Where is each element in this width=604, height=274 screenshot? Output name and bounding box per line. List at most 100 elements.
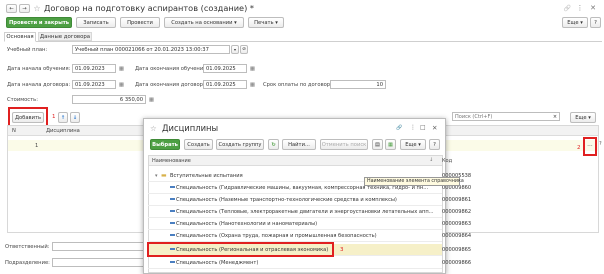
list-item[interactable]: Специальность (Охрана труда, пожарная и …: [148, 230, 471, 242]
plan-field[interactable]: Учебный план 000021066 от 20.01.2023 13:…: [72, 45, 230, 54]
tab-main[interactable]: Основная: [4, 32, 36, 42]
print-label: Печать: [254, 19, 274, 26]
favorite-star-icon[interactable]: ☆: [32, 3, 42, 14]
payment-term-field[interactable]: 10: [330, 80, 386, 89]
dialog-list-button[interactable]: ▤: [372, 139, 383, 150]
step-one-label: 1: [52, 114, 56, 120]
end-study-label: Дата окончания обучения:: [135, 66, 209, 72]
row-select-button[interactable]: ⋯: [585, 141, 595, 151]
window-title: Договор на подготовку аспирантов (создан…: [44, 3, 254, 13]
list-item[interactable]: Специальность (Менеджмент) 000009866: [148, 257, 471, 269]
calendar-icon[interactable]: ▦: [118, 80, 125, 89]
dialog-create-group-button[interactable]: Создать группу: [216, 139, 264, 150]
row-open-mark: ?: [599, 141, 602, 147]
tab-contract-data-label: Данные договора: [39, 33, 91, 40]
row-number: 1: [35, 143, 39, 149]
table-more-label: Еще: [575, 114, 587, 121]
dropdown-arrow-icon: ▾: [418, 141, 421, 148]
dialog-refresh-button[interactable]: ↻: [268, 139, 279, 150]
start-contract-value: 01.09.2023: [75, 81, 105, 88]
responsible-label: Ответственный:: [5, 244, 50, 250]
tab-main-label: Основная: [6, 34, 34, 40]
arrow-down-icon: ↓: [72, 114, 78, 121]
start-study-value: 01.09.2023: [75, 65, 105, 72]
table-more-button[interactable]: Еще ▾: [570, 112, 596, 123]
move-up-button[interactable]: ↑: [58, 112, 68, 123]
payment-term-value: 10: [376, 81, 383, 88]
dropdown-arrow-icon: ▾: [275, 19, 278, 26]
calendar-icon[interactable]: ▦: [118, 64, 125, 73]
list-item-name: Специальность (Тепловые, электроракетные…: [176, 208, 434, 215]
help-label: ?: [594, 19, 597, 26]
dialog-cancel-search-button[interactable]: Отменить поиск: [320, 139, 368, 150]
start-study-field[interactable]: 01.09.2023: [72, 64, 116, 73]
list-item[interactable]: Специальность (Наземные транспортно-техн…: [148, 194, 471, 206]
item-marker-icon: [170, 210, 175, 212]
back-button[interactable]: ←: [6, 4, 17, 13]
list-item-code: 000009862: [442, 208, 472, 215]
department-field[interactable]: [52, 258, 147, 267]
search-clear-button[interactable]: ×: [551, 113, 559, 121]
calendar-icon[interactable]: ▦: [249, 64, 256, 73]
close-icon[interactable]: ✕: [588, 3, 598, 13]
calendar-icon[interactable]: ▦: [249, 80, 256, 89]
link-icon[interactable]: 🔗: [563, 3, 572, 13]
tooltip: Наименование элемента справочника: [364, 177, 464, 186]
dialog-star-icon[interactable]: ☆: [150, 124, 157, 133]
dropdown-arrow-icon: ▾: [580, 19, 583, 26]
plan-dropdown-button[interactable]: ▾: [231, 45, 239, 54]
print-button[interactable]: Печать ▾: [248, 17, 284, 28]
dialog-help-button[interactable]: ?: [429, 139, 440, 150]
end-contract-field[interactable]: 01.09.2025: [203, 80, 247, 89]
list-item-code: 000009866: [442, 259, 472, 266]
dialog-tree-button[interactable]: ▦: [385, 139, 396, 150]
dialog-more-button[interactable]: Еще ▾: [400, 139, 426, 150]
kebab-menu-icon[interactable]: ⋮: [576, 3, 584, 13]
dialog-create-button[interactable]: Создать: [184, 139, 213, 150]
end-study-field[interactable]: 01.09.2025: [203, 64, 247, 73]
select-label: Выбрать: [152, 141, 178, 148]
dialog-find-button[interactable]: Найти...: [282, 139, 316, 150]
list-item[interactable]: Специальность (Нанотехнологии и наномате…: [148, 218, 471, 230]
dialog-select-button[interactable]: Выбрать: [150, 139, 180, 150]
more-button[interactable]: Еще ▾: [562, 17, 588, 28]
dialog-maximize-icon[interactable]: □: [420, 124, 426, 131]
list-item[interactable]: Специальность (Тепловые, электроракетные…: [148, 206, 471, 218]
post-and-close-button[interactable]: Провести и закрыть: [6, 17, 72, 28]
search-input[interactable]: [452, 112, 560, 121]
cancel-search-label: Отменить поиск: [321, 141, 367, 148]
dialog-more-label: Еще: [405, 141, 417, 148]
post-and-close-label: Провести и закрыть: [8, 19, 70, 26]
forward-button[interactable]: →: [19, 4, 30, 13]
forward-arrow-icon: →: [22, 5, 27, 12]
more-label: Еще: [567, 19, 579, 26]
calculator-icon[interactable]: ▦: [148, 95, 155, 104]
cost-field[interactable]: 6 350,00: [72, 95, 146, 104]
link-icon: ⊘: [242, 47, 246, 52]
step-two-label: 2: [577, 145, 581, 151]
dialog-help-label: ?: [433, 141, 436, 148]
dialog-menu-icon[interactable]: ⋮: [410, 124, 416, 131]
hierarchy-icon: ▦: [388, 141, 393, 148]
post-button[interactable]: Провести: [120, 17, 160, 28]
save-button[interactable]: Записать: [76, 17, 116, 28]
dialog-link-icon[interactable]: 🔗: [396, 125, 402, 131]
col-code-header: Код: [442, 158, 453, 164]
move-down-button[interactable]: ↓: [70, 112, 80, 123]
refresh-icon: ↻: [271, 141, 276, 148]
plan-open-button[interactable]: ⊘: [240, 45, 248, 54]
department-label: Подразделение:: [5, 260, 50, 266]
start-study-label: Дата начала обучения:: [7, 66, 71, 72]
list-item-code: 000009863: [442, 220, 472, 227]
dialog-close-icon[interactable]: ✕: [432, 124, 437, 132]
responsible-field[interactable]: [52, 242, 147, 251]
start-contract-field[interactable]: 01.09.2023: [72, 80, 116, 89]
list-icon: ▤: [375, 141, 380, 148]
tab-contract-data[interactable]: Данные договора: [38, 32, 92, 41]
expand-chevron-icon[interactable]: ▾: [155, 173, 158, 179]
list-item-name: Специальность (Охрана труда, пожарная и …: [176, 232, 377, 239]
create-based-on-button[interactable]: Создать на основании ▾: [164, 17, 244, 28]
help-button[interactable]: ?: [590, 17, 601, 28]
save-label: Записать: [83, 19, 109, 26]
list-item-code: 000009865: [442, 246, 472, 253]
